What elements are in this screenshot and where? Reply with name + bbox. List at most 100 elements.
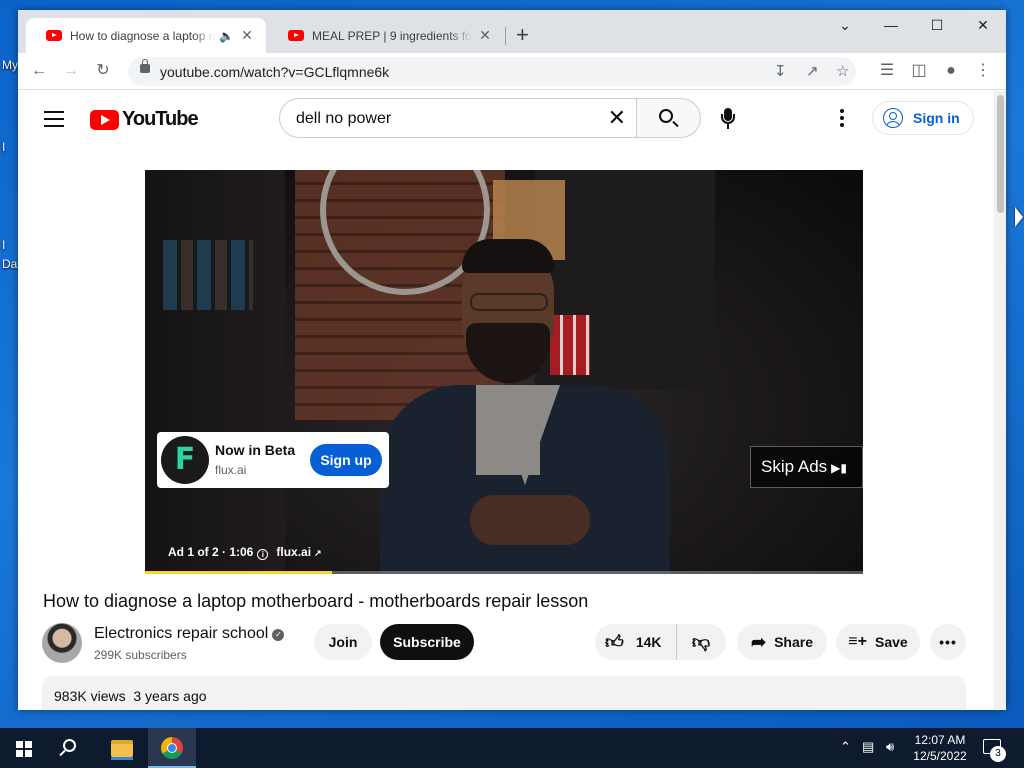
join-button[interactable]: Join: [314, 624, 372, 660]
close-tab-icon[interactable]: ✕: [238, 27, 256, 44]
close-tab-icon[interactable]: ✕: [476, 27, 494, 44]
sign-in-label: Sign in: [913, 110, 960, 126]
verified-check-icon: ✓: [272, 629, 285, 641]
browser-menu-icon[interactable]: ⋮: [972, 60, 994, 82]
share-label: Share: [774, 634, 813, 650]
search-button[interactable]: [637, 98, 701, 138]
subscriber-count: 299K subscribers: [94, 648, 187, 662]
url-text[interactable]: youtube.com/watch?v=GCLflqmne6k: [160, 64, 389, 80]
install-app-icon[interactable]: ↧: [774, 62, 787, 80]
tab-active[interactable]: How to diagnose a laptop motherboard 🔈 ✕: [26, 18, 266, 53]
tab-strip: How to diagnose a laptop motherboard 🔈 ✕…: [18, 10, 1006, 53]
channel-name-row[interactable]: Electronics repair school ✓: [94, 625, 285, 643]
like-count: 14K: [635, 634, 662, 650]
like-dislike-group: 👍︎ 14K 👎︎: [595, 624, 726, 660]
browser-toolbar: ← → ↻ youtube.com/watch?v=GCLflqmne6k ↧ …: [18, 53, 1006, 90]
new-tab-icon[interactable]: +: [516, 24, 529, 46]
upload-age: 3 years ago: [133, 688, 207, 704]
ad-info-bar: Ad 1 of 2 · 1:06 i flux.ai ↗: [168, 545, 322, 560]
more-actions-icon[interactable]: •••: [930, 624, 966, 660]
taskbar: ⌃ ▤ 🔊︎ 12:07 AM 12/5/2022 3: [0, 728, 1024, 768]
back-icon[interactable]: ←: [28, 60, 50, 82]
ad-progress-bar[interactable]: [145, 571, 863, 574]
page-scrollbar[interactable]: [994, 91, 1006, 710]
tab-inactive[interactable]: MEAL PREP | 9 ingredients for flexible m…: [268, 18, 504, 53]
reload-icon[interactable]: ↻: [92, 60, 114, 82]
view-count: 983K views: [54, 688, 126, 704]
desktop-icon-label[interactable]: I: [2, 140, 5, 154]
share-button[interactable]: ➦ Share: [737, 624, 827, 660]
youtube-wordmark: YouTube: [122, 108, 199, 130]
account-icon: [883, 108, 903, 128]
skip-ads-label: Skip Ads: [761, 457, 828, 476]
bookmark-star-icon[interactable]: ☆: [836, 62, 849, 80]
thumbs-up-icon: 👍︎: [605, 632, 624, 652]
ad-overlay-card[interactable]: F Now in Beta flux.ai Sign up: [157, 432, 389, 488]
notification-count-badge: 3: [990, 746, 1006, 762]
browser-window: How to diagnose a laptop motherboard 🔈 ✕…: [18, 10, 1006, 710]
video-player[interactable]: F Now in Beta flux.ai Sign up Skip Ads ▶▮…: [145, 170, 863, 574]
search-icon: [659, 109, 673, 123]
taskbar-chrome-button[interactable]: [148, 728, 196, 768]
speaker-icon[interactable]: 🔈: [219, 29, 234, 43]
video-frame-person: [380, 235, 670, 574]
sign-in-button[interactable]: Sign in: [872, 101, 974, 135]
settings-more-icon[interactable]: [840, 109, 846, 130]
chrome-icon: [161, 737, 183, 759]
youtube-favicon-icon: [46, 30, 62, 41]
system-clock[interactable]: 12:07 AM 12/5/2022: [912, 732, 968, 764]
share-page-icon[interactable]: ↗: [806, 62, 819, 80]
taskbar-search-icon[interactable]: [63, 739, 76, 752]
ad-title: Now in Beta: [215, 442, 296, 458]
scrollbar-thumb[interactable]: [997, 95, 1004, 213]
network-icon[interactable]: ▤: [862, 739, 874, 755]
maximize-icon[interactable]: ☐: [914, 10, 960, 40]
forward-icon[interactable]: →: [60, 60, 82, 82]
channel-avatar[interactable]: [42, 623, 82, 663]
channel-name[interactable]: Electronics repair school: [94, 625, 268, 642]
minimize-icon[interactable]: —: [868, 10, 914, 40]
lock-icon[interactable]: [140, 59, 150, 73]
desktop-icon-label[interactable]: Da: [2, 257, 17, 271]
youtube-play-icon: [90, 109, 119, 130]
volume-icon[interactable]: 🔊︎: [886, 739, 894, 755]
youtube-logo[interactable]: YouTube: [90, 108, 199, 131]
skip-next-icon: ▶▮: [831, 461, 847, 475]
search-input[interactable]: dell no power ✕: [279, 98, 637, 138]
voice-search-button[interactable]: [710, 100, 746, 136]
file-explorer-icon[interactable]: [111, 740, 133, 760]
clock-time: 12:07 AM: [914, 733, 966, 747]
ad-meta-domain[interactable]: flux.ai: [276, 545, 311, 559]
save-button[interactable]: ≡+ Save: [836, 624, 920, 660]
desktop-icon-label[interactable]: I: [2, 238, 5, 252]
address-bar[interactable]: youtube.com/watch?v=GCLflqmne6k ↧ ↗ ☆: [128, 57, 856, 86]
video-stats: 983K views 3 years ago: [54, 688, 207, 704]
like-button[interactable]: 👍︎ 14K: [595, 624, 677, 660]
tab-title: MEAL PREP | 9 ingredients for flexible m…: [312, 28, 472, 43]
clear-search-icon[interactable]: ✕: [608, 105, 626, 131]
ad-progress-fill: [145, 571, 332, 574]
subscribe-button[interactable]: Subscribe: [380, 624, 474, 660]
media-control-icon[interactable]: ☰: [876, 60, 898, 82]
menu-icon[interactable]: [44, 111, 64, 132]
windows-start-icon[interactable]: [16, 741, 32, 757]
ad-signup-button[interactable]: Sign up: [310, 444, 382, 476]
tray-overflow-icon[interactable]: ⌃: [840, 739, 851, 755]
ad-domain: flux.ai: [215, 463, 247, 477]
profile-icon[interactable]: ●: [940, 60, 962, 82]
search-query[interactable]: dell no power: [296, 110, 391, 128]
youtube-page: YouTube dell no power ✕ Sign in F Now in…: [18, 91, 994, 710]
ad-counter: Ad 1 of 2 · 1:06: [168, 545, 254, 559]
tab-separator: [505, 27, 506, 45]
video-title: How to diagnose a laptop motherboard - m…: [43, 591, 589, 611]
side-panel-icon[interactable]: ◫: [908, 60, 930, 82]
dislike-button[interactable]: 👎︎: [677, 631, 725, 653]
info-icon[interactable]: i: [257, 549, 269, 560]
close-window-icon[interactable]: ✕: [960, 10, 1006, 40]
description-box[interactable]: 983K views 3 years ago: [42, 676, 966, 710]
desktop-icon-label[interactable]: My: [2, 58, 18, 72]
skip-ads-button[interactable]: Skip Ads ▶▮: [750, 446, 863, 488]
youtube-favicon-icon: [288, 30, 304, 41]
tab-search-chevron-icon[interactable]: ⌄: [822, 10, 868, 40]
clock-date: 12/5/2022: [913, 749, 967, 763]
